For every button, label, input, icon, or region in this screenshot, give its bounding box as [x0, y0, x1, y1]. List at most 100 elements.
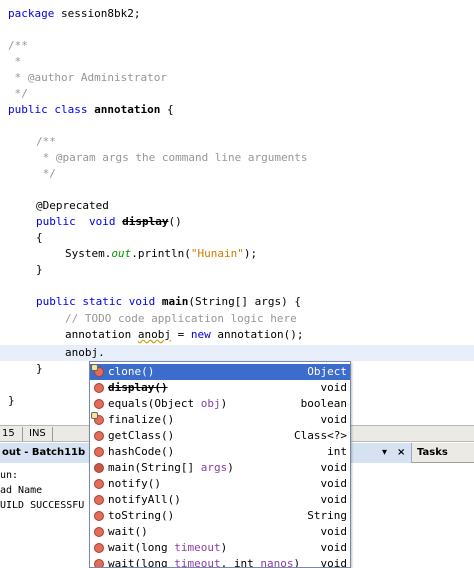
deprecated-annotation: @Deprecated [36, 199, 109, 212]
completion-return-type: void [320, 525, 348, 538]
method-name: display [122, 215, 169, 228]
variable-name: anobj [137, 328, 171, 341]
code-text: annotation [65, 328, 138, 341]
completion-name-end: ) [220, 541, 228, 554]
completion-name: toString() [108, 509, 175, 522]
completion-return-type: void [320, 557, 348, 568]
code-text: annotation(); [210, 328, 304, 341]
new-statement: annotation anobj = new annotation(); [65, 327, 303, 343]
close-icon[interactable]: × [397, 445, 405, 461]
completion-return-type: void [320, 477, 348, 490]
method-name: main [161, 295, 189, 308]
completion-param: timeout [174, 541, 221, 554]
completion-return-type: void [320, 413, 348, 426]
main-method-declaration: public static void main(String[] args) { [36, 294, 301, 310]
completion-name-mid: , int [220, 557, 261, 568]
completion-name-end: ) [293, 557, 301, 568]
completion-item-notifyall[interactable]: notifyAll() void [90, 492, 350, 508]
method-icon [94, 495, 104, 505]
completion-item-notify[interactable]: notify() void [90, 476, 350, 492]
insert-mode-indicator: INS [29, 428, 46, 439]
javadoc-open: /** [8, 39, 28, 52]
keyword: package [8, 7, 55, 20]
package-line: package session8bk2; [8, 6, 140, 22]
completion-item-wait-timeout[interactable]: wait(long timeout) void [90, 540, 350, 556]
code-text: ); [243, 247, 258, 260]
javadoc-close: */ [8, 87, 28, 100]
method-icon [94, 559, 104, 567]
code-text: System. [65, 247, 112, 260]
field-name: out [111, 247, 132, 260]
completion-name: display() [108, 381, 168, 394]
todo-comment: // TODO code application logic here [65, 312, 297, 325]
method-icon [94, 479, 104, 489]
method-icon [94, 431, 104, 441]
javadoc-author: * @author Administrator [8, 71, 167, 84]
class-name: annotation [87, 103, 161, 116]
class-close-brace: } [8, 394, 15, 407]
completion-return-type: Object [307, 365, 347, 378]
completion-return-type: void [320, 541, 348, 554]
completion-name: notifyAll() [108, 493, 181, 506]
javadoc-star: * [8, 55, 22, 68]
completion-return-type: void [320, 461, 348, 474]
completion-item-tostring[interactable]: toString() String [90, 508, 350, 524]
protected-method-icon [91, 412, 104, 425]
code-text: (String[] args) { [188, 295, 301, 308]
completion-name-end: ) [227, 461, 234, 474]
completion-name: wait(long [108, 557, 175, 568]
completion-name: wait(long [108, 541, 175, 554]
protected-method-icon [91, 364, 104, 377]
completion-item-hashcode[interactable]: hashCode() int [90, 444, 350, 460]
completion-item-equals[interactable]: equals(Object obj) boolean [90, 396, 350, 412]
completion-name-end: ) [220, 397, 228, 410]
keyword: static [75, 295, 123, 308]
completion-item-main[interactable]: main(String[] args) void [90, 460, 350, 476]
println-statement: System.out.println("Hunain"); [65, 246, 257, 262]
completion-param: nanos [260, 557, 294, 568]
code-text: .println( [131, 247, 191, 260]
completion-return-type: Class<?> [294, 429, 347, 442]
completion-return-type: int [327, 445, 347, 458]
status-divider [22, 427, 23, 441]
completion-return-type: String [307, 509, 347, 522]
javadoc-close: */ [36, 167, 56, 180]
javadoc-open: /** [36, 135, 56, 148]
completion-item-finalize[interactable]: finalize() void [90, 412, 350, 428]
completion-item-display[interactable]: display() void [90, 380, 350, 396]
status-divider [52, 427, 53, 441]
tasks-tab-label: Tasks [417, 447, 448, 458]
code-text: = [170, 328, 191, 341]
completion-item-clone[interactable]: clone() Object [90, 364, 350, 380]
typing-line[interactable]: anobj. [65, 345, 105, 361]
package-name: session8bk2; [54, 7, 141, 20]
javadoc-param: * @param args the command line arguments [36, 151, 308, 164]
completion-param: timeout [174, 557, 221, 568]
completion-item-wait[interactable]: wait() void [90, 524, 350, 540]
class-declaration: public class annotation { [8, 102, 174, 118]
chevron-down-icon[interactable]: ▾ [382, 445, 387, 461]
completion-item-getclass[interactable]: getClass() Class<?> [90, 428, 350, 444]
output-line: UILD SUCCESSFU [0, 500, 85, 511]
keyword: public [8, 103, 48, 116]
keyword: class [47, 103, 88, 116]
main-close-brace: } [36, 362, 43, 375]
code-completion-popup[interactable]: clone() Object display() void equals(Obj… [89, 361, 351, 568]
completion-name: clone() [108, 365, 155, 378]
line-column-indicator: 15 [2, 428, 15, 439]
method-icon [94, 447, 104, 457]
keyword: new [190, 328, 211, 341]
completion-return-type: void [320, 493, 348, 506]
keyword: public [36, 215, 76, 228]
output-line: un: [0, 470, 19, 481]
open-brace: { [36, 231, 43, 244]
completion-param: args [200, 461, 228, 474]
string-literal: "Hunain" [190, 247, 244, 260]
static-method-icon [94, 463, 104, 473]
completion-name: wait() [108, 525, 148, 538]
tab-tasks[interactable]: Tasks [414, 443, 474, 463]
completion-name: hashCode() [108, 445, 175, 458]
brace: { [160, 103, 174, 116]
completion-item-wait-timeout-nanos[interactable]: wait(long timeout, int nanos) void [90, 556, 350, 568]
keyword: void [75, 215, 116, 228]
